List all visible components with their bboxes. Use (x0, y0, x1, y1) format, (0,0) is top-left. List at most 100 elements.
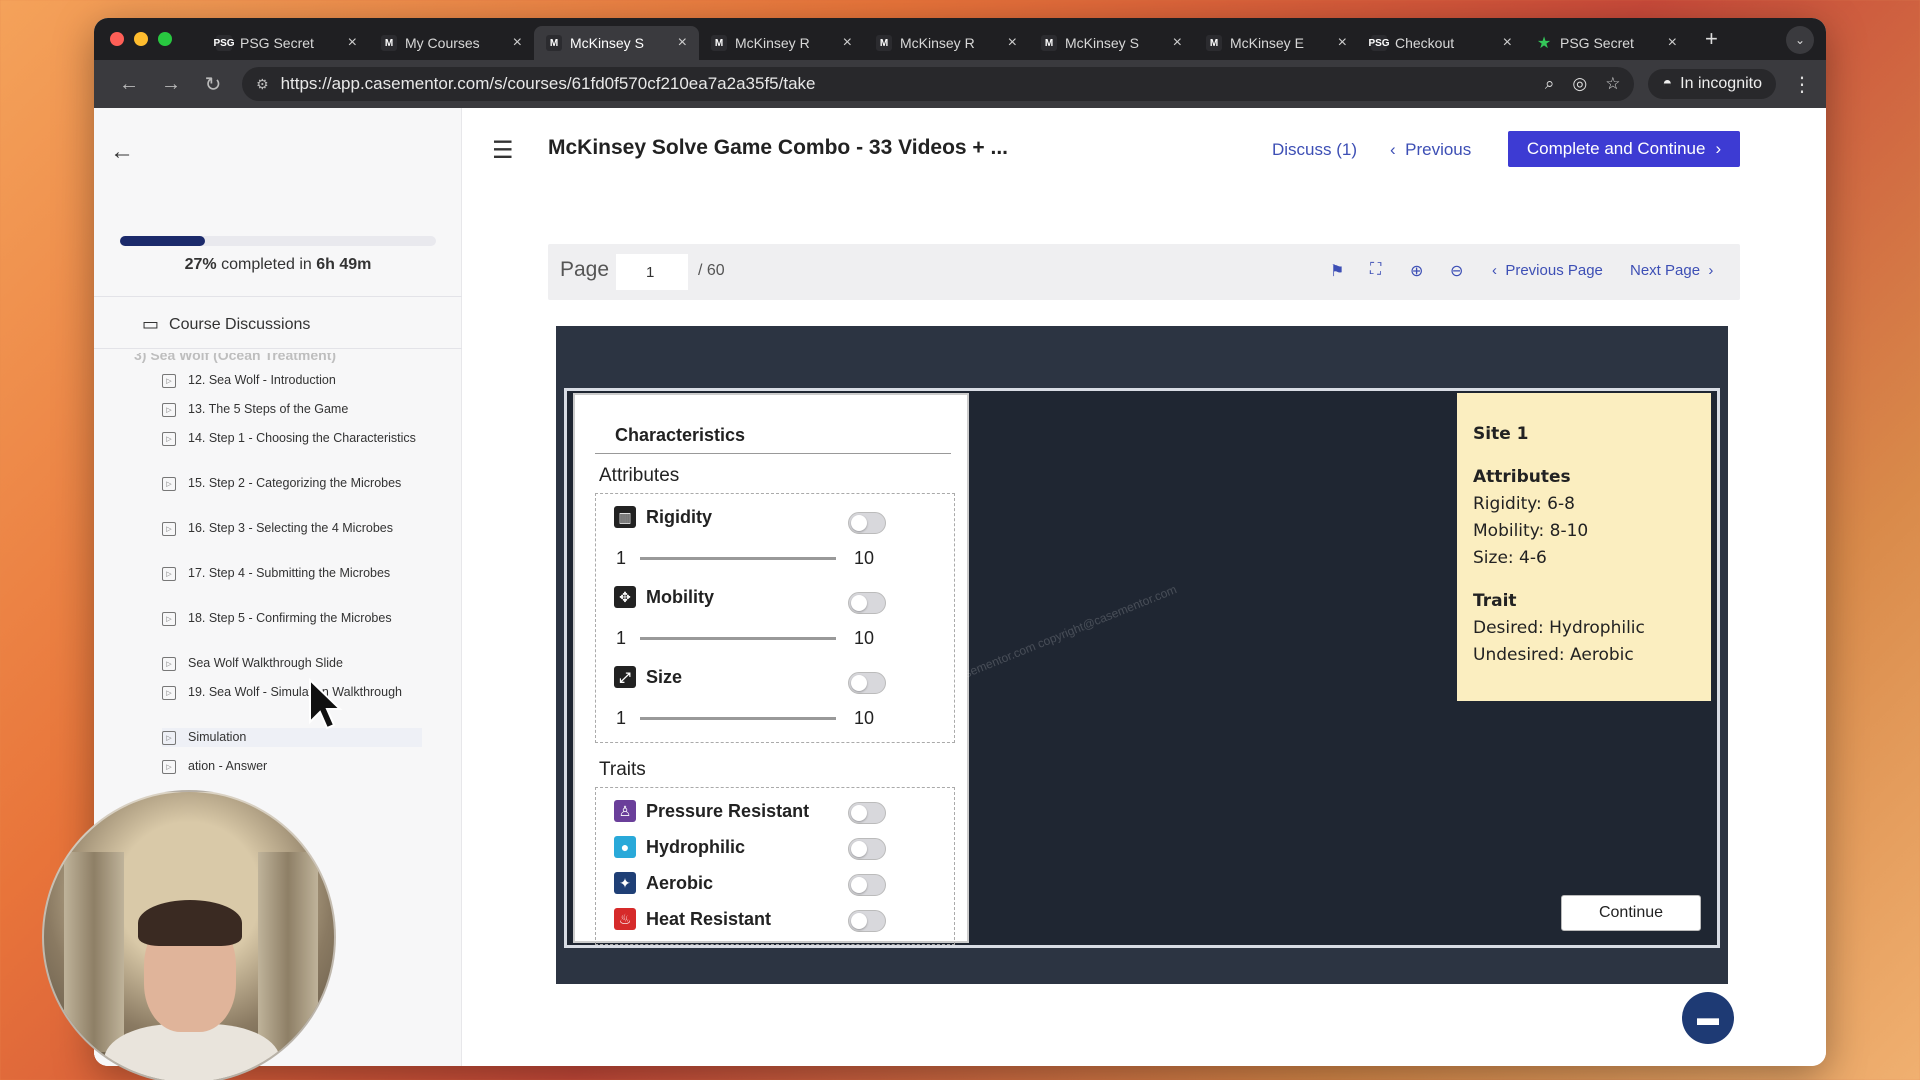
new-tab-button[interactable]: + (1705, 26, 1718, 52)
trait-row: ● Hydrophilic (614, 836, 745, 858)
aerobic-icon: ✦ (614, 872, 636, 894)
lesson-item[interactable]: ▷ 17. Step 4 - Submitting the Microbes (162, 564, 422, 583)
video-icon: ▷ (162, 374, 176, 388)
menu-icon[interactable]: ☰ (492, 136, 514, 165)
size-toggle[interactable] (848, 672, 886, 694)
lesson-item[interactable]: ▷ 15. Step 2 - Categorizing the Microbes (162, 474, 422, 493)
tab-search-icon[interactable]: ⌄ (1786, 26, 1814, 54)
slider-min: 1 (616, 708, 627, 728)
lesson-item[interactable]: ▷ Sea Wolf Walkthrough Slide (162, 654, 422, 673)
incognito-icon: ◓ (1662, 75, 1673, 92)
minimize-window-button[interactable] (134, 32, 148, 46)
hydrophilic-toggle[interactable] (848, 838, 886, 860)
traits-box: ♙ Pressure Resistant ● Hydrophilic ✦ Aerobic ♨… (595, 787, 955, 945)
forward-icon[interactable]: → (150, 73, 192, 96)
browser-tab[interactable]: PSG PSG Secret × (204, 26, 369, 60)
course-progress-bar (120, 236, 436, 246)
lesson-item[interactable]: ▷ 14. Step 1 - Choosing the Characteristi… (162, 429, 422, 448)
lesson-title: 18. Step 5 - Confirming the Microbes (188, 611, 392, 625)
close-tab-icon[interactable]: × (1668, 34, 1677, 52)
bookmark-icon[interactable]: ⚑ (1330, 261, 1344, 281)
rigidity-range-slider[interactable]: 1 10 (616, 548, 874, 569)
fullscreen-icon[interactable]: ⛶ (1370, 261, 1381, 279)
slide-viewer: Characteristics Attributes ▥ Rigidity 1 10 ✥… (556, 326, 1728, 984)
section-heading[interactable]: 3) Sea Wolf (Ocean Treatment) (134, 353, 336, 363)
tab-title: PSG Secret (240, 35, 314, 51)
site-trait-heading-text: Trait (1473, 591, 1517, 611)
close-tab-icon[interactable]: × (678, 34, 687, 52)
site-desired-trait: Desired: Hydrophilic (1473, 618, 1645, 638)
tab-favicon-icon: M (1206, 35, 1222, 51)
rigidity-icon: ▥ (614, 506, 636, 528)
previous-page-link[interactable]: ‹ Previous Page (1492, 262, 1603, 279)
previous-lesson-link[interactable]: ‹ Previous (1390, 140, 1471, 160)
next-page-link[interactable]: Next Page › (1630, 262, 1713, 279)
lesson-item[interactable]: ▷ ation - Answer (162, 757, 422, 776)
size-range-slider[interactable]: 1 10 (616, 708, 874, 729)
incognito-indicator[interactable]: ◓ In incognito (1648, 69, 1776, 99)
rigidity-toggle[interactable] (848, 512, 886, 534)
lesson-item[interactable]: ▷ 16. Step 3 - Selecting the 4 Microbes (162, 519, 422, 538)
zoom-icon[interactable]: ⌕ (1545, 74, 1555, 94)
browser-tab[interactable]: M McKinsey S × (534, 26, 699, 60)
sidebar-divider (94, 296, 462, 297)
back-icon[interactable]: ← (108, 73, 150, 96)
browser-tab[interactable]: PSG Checkout × (1359, 26, 1524, 60)
browser-tab[interactable]: M McKinsey S × (1029, 26, 1194, 60)
close-tab-icon[interactable]: × (1173, 34, 1182, 52)
mobility-toggle[interactable] (848, 592, 886, 614)
browser-tab[interactable]: M McKinsey R × (699, 26, 864, 60)
course-discussions-link[interactable]: ▭ Course Discussions (142, 314, 310, 335)
browser-tab[interactable]: M McKinsey R × (864, 26, 1029, 60)
complete-and-continue-button[interactable]: Complete and Continue › (1508, 131, 1740, 167)
site-settings-icon[interactable]: ⚙ (256, 76, 269, 93)
maximize-window-button[interactable] (158, 32, 172, 46)
eye-off-icon[interactable]: ◎ (1572, 74, 1587, 94)
discuss-link[interactable]: Discuss (1) (1272, 140, 1357, 160)
aerobic-toggle[interactable] (848, 874, 886, 896)
close-window-button[interactable] (110, 32, 124, 46)
zoom-in-icon[interactable]: ⊕ (1410, 261, 1423, 281)
url-text[interactable]: https://app.casementor.com/s/courses/61f… (281, 74, 1527, 94)
close-tab-icon[interactable]: × (1008, 34, 1017, 52)
browser-tab[interactable]: M My Courses × (369, 26, 534, 60)
lesson-title: ation - Answer (188, 759, 268, 773)
size-icon: ⤢ (614, 666, 636, 688)
browser-menu-icon[interactable]: ⋮ (1792, 72, 1812, 97)
address-bar[interactable]: ⚙ https://app.casementor.com/s/courses/6… (242, 67, 1635, 101)
slider-track[interactable] (640, 717, 837, 720)
slider-track[interactable] (640, 637, 837, 640)
browser-tab[interactable]: ★ PSG Secret × (1524, 26, 1689, 60)
lesson-item[interactable]: ▷ 12. Sea Wolf - Introduction (162, 371, 422, 390)
back-arrow-icon[interactable]: ← (110, 138, 134, 166)
site-mobility: Mobility: 8-10 (1473, 521, 1589, 541)
page-number-input[interactable] (616, 254, 688, 290)
reload-icon[interactable]: ↻ (192, 72, 234, 97)
slider-track[interactable] (640, 557, 837, 560)
bookmark-star-icon[interactable]: ☆ (1605, 74, 1620, 94)
lesson-title: 16. Step 3 - Selecting the 4 Microbes (188, 521, 393, 535)
zoom-out-icon[interactable]: ⊖ (1450, 261, 1463, 281)
previous-page-label: Previous Page (1505, 262, 1603, 279)
close-tab-icon[interactable]: × (1503, 34, 1512, 52)
traits-heading: Traits (599, 759, 646, 780)
close-tab-icon[interactable]: × (843, 34, 852, 52)
mobility-range-slider[interactable]: 1 10 (616, 628, 874, 649)
close-tab-icon[interactable]: × (513, 34, 522, 52)
site-title-text: Site 1 (1473, 424, 1529, 444)
lesson-item[interactable]: ▷ 19. Sea Wolf - Simulation Walkthrough (162, 683, 422, 702)
lesson-item[interactable]: ▷ 18. Step 5 - Confirming the Microbes (162, 609, 422, 628)
heat-resistant-toggle[interactable] (848, 910, 886, 932)
close-tab-icon[interactable]: × (348, 34, 357, 52)
continue-button[interactable]: Continue (1561, 895, 1701, 931)
lesson-item[interactable]: ▷ Simulation (162, 728, 422, 747)
chat-icon[interactable]: ▬ (1682, 992, 1734, 1044)
slider-max: 10 (854, 548, 875, 568)
trait-row: ✦ Aerobic (614, 872, 713, 894)
close-tab-icon[interactable]: × (1338, 34, 1347, 52)
lesson-item[interactable]: ▷ 13. The 5 Steps of the Game (162, 400, 422, 419)
tab-strip: PSG PSG Secret × M My Courses × M McKinsey S × M M… (94, 18, 1826, 60)
pressure-resistant-toggle[interactable] (848, 802, 886, 824)
browser-tab[interactable]: M McKinsey E × (1194, 26, 1359, 60)
trait-name: Heat Resistant (646, 908, 772, 929)
